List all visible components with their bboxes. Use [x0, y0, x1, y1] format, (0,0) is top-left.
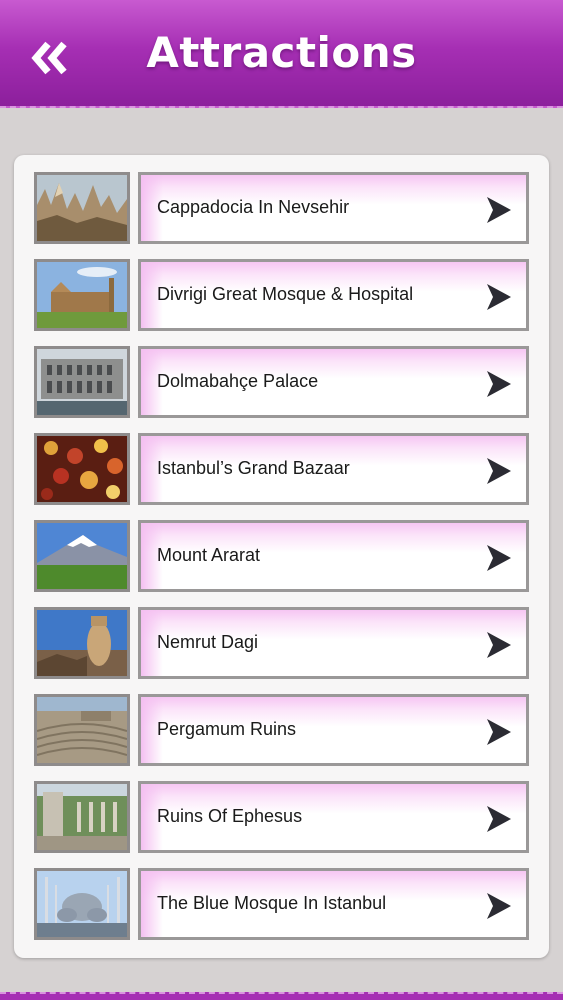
cappadocia-photo[interactable] [34, 172, 130, 244]
attraction-label: Divrigi Great Mosque & Hospital [157, 284, 414, 304]
chevron-right-icon [487, 632, 511, 658]
attractions-list: Cappadocia In Nevsehir Divrigi Great Mos… [14, 155, 549, 958]
attraction-button[interactable]: Divrigi Great Mosque & Hospital [138, 259, 529, 331]
bottom-bar [0, 992, 563, 1000]
chevron-right-icon [487, 545, 511, 571]
list-item: Nemrut Dagi [34, 607, 529, 681]
attraction-label: Dolmabahçe Palace [157, 371, 319, 391]
attraction-label: Istanbul’s Grand Bazaar [157, 458, 350, 478]
list-item: Dolmabahçe Palace [34, 346, 529, 420]
chevron-right-icon [487, 893, 511, 919]
app-header: Attractions [0, 0, 563, 108]
attraction-button[interactable]: Istanbul’s Grand Bazaar [138, 433, 529, 505]
attraction-button[interactable]: Dolmabahçe Palace [138, 346, 529, 418]
ephesus-ruins-photo[interactable] [34, 781, 130, 853]
pergamum-ruins-photo[interactable] [34, 694, 130, 766]
page-title: Attractions [146, 28, 417, 77]
list-item: Ruins Of Ephesus [34, 781, 529, 855]
nemrut-dagi-photo[interactable] [34, 607, 130, 679]
list-item: The Blue Mosque In Istanbul [34, 868, 529, 942]
grand-bazaar-photo[interactable] [34, 433, 130, 505]
chevron-right-icon [487, 719, 511, 745]
chevron-right-icon [487, 284, 511, 310]
attraction-button[interactable]: Ruins Of Ephesus [138, 781, 529, 853]
chevron-right-icon [487, 806, 511, 832]
attraction-label: The Blue Mosque In Istanbul [157, 893, 387, 913]
chevron-right-icon [487, 371, 511, 397]
chevron-right-icon [487, 197, 511, 223]
attraction-button[interactable]: Cappadocia In Nevsehir [138, 172, 529, 244]
attraction-button[interactable]: Pergamum Ruins [138, 694, 529, 766]
list-item: Istanbul’s Grand Bazaar [34, 433, 529, 507]
attraction-label: Ruins Of Ephesus [157, 806, 303, 826]
list-item: Pergamum Ruins [34, 694, 529, 768]
list-item: Divrigi Great Mosque & Hospital [34, 259, 529, 333]
list-item: Cappadocia In Nevsehir [34, 172, 529, 246]
attraction-label: Cappadocia In Nevsehir [157, 197, 350, 217]
attraction-label: Pergamum Ruins [157, 719, 297, 739]
attraction-button[interactable]: Mount Ararat [138, 520, 529, 592]
attraction-label: Mount Ararat [157, 545, 261, 565]
attraction-button[interactable]: Nemrut Dagi [138, 607, 529, 679]
blue-mosque-photo[interactable] [34, 868, 130, 940]
dolmabahce-palace-photo[interactable] [34, 346, 130, 418]
mount-ararat-photo[interactable] [34, 520, 130, 592]
attraction-button[interactable]: The Blue Mosque In Istanbul [138, 868, 529, 940]
divrigi-mosque-photo[interactable] [34, 259, 130, 331]
attraction-label: Nemrut Dagi [157, 632, 259, 652]
chevron-right-icon [487, 458, 511, 484]
list-item: Mount Ararat [34, 520, 529, 594]
